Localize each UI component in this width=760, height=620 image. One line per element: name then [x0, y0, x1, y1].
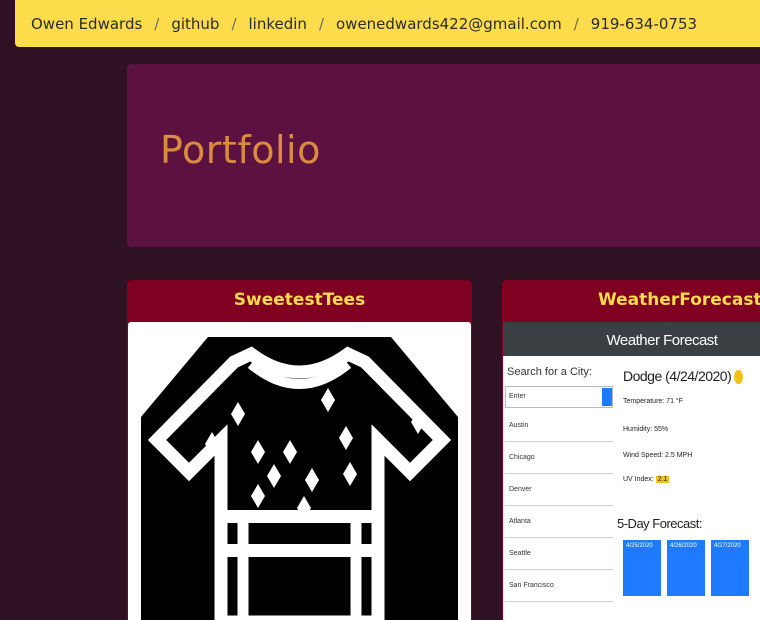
hero-jumbotron: Portfolio	[127, 64, 760, 247]
breadcrumb: Owen Edwards / github / linkedin / owene…	[15, 0, 760, 47]
weather-uv-value: 2.1	[655, 476, 670, 483]
breadcrumb-email-link[interactable]: owenedwards422@gmail.com	[336, 15, 562, 33]
weather-search-label: Search for a City:	[507, 366, 592, 378]
project-image-tshirt-icon[interactable]	[128, 322, 471, 620]
forecast-day-card: 4/26/2020	[667, 540, 705, 596]
project-card-weatherforecast[interactable]: WeatherForecast Weather Forecast Search …	[502, 280, 760, 620]
project-title[interactable]: WeatherForecast	[502, 280, 760, 322]
weather-header-text: Weather Forecast	[606, 332, 718, 349]
weather-uv: UV Index: 2.1	[623, 476, 670, 483]
weather-sidebar: Search for a City: Enter Austin Chicago …	[503, 356, 615, 620]
weather-city-item: Austin	[505, 412, 613, 442]
weather-main: Dodge (4/24/2020) Temperature: 71 °F Hum…	[617, 356, 760, 620]
breadcrumb-separator: /	[231, 14, 237, 33]
weather-city-item: San Francisco	[505, 572, 613, 602]
breadcrumb-separator: /	[573, 14, 579, 33]
weather-search-input: Enter	[505, 386, 613, 408]
weather-wind: Wind Speed: 2.5 MPH	[623, 452, 693, 459]
project-title[interactable]: SweetestTees	[127, 280, 472, 322]
weather-city-item: Seattle	[505, 540, 613, 570]
weather-forecast-title: 5-Day Forecast:	[617, 516, 702, 531]
breadcrumb-linkedin-link[interactable]: linkedin	[249, 15, 307, 33]
weather-humidity: Humidity: 55%	[623, 426, 669, 433]
weather-city-item: Chicago	[505, 444, 613, 474]
weather-city-text: Dodge (4/24/2020)	[623, 368, 732, 384]
weather-search-button	[602, 388, 612, 406]
breadcrumb-phone: 919-634-0753	[590, 14, 698, 33]
tshirt-icon	[141, 337, 458, 620]
breadcrumb-name[interactable]: Owen Edwards	[31, 15, 142, 33]
breadcrumb-github-link[interactable]: github	[171, 15, 219, 33]
forecast-day-card: 4/27/2020	[711, 540, 749, 596]
weather-temp: Temperature: 71 °F	[623, 398, 683, 405]
weather-city-title: Dodge (4/24/2020)	[623, 368, 744, 385]
weather-city-item: Atlanta	[505, 508, 613, 538]
breadcrumb-separator: /	[318, 14, 324, 33]
weather-city-item: Denver	[505, 476, 613, 506]
weather-uv-label: UV Index:	[623, 476, 654, 483]
breadcrumb-separator: /	[154, 14, 160, 33]
project-card-sweetesttees[interactable]: SweetestTees	[127, 280, 472, 620]
weather-header: Weather Forecast	[503, 322, 760, 356]
page-title: Portfolio	[160, 128, 321, 172]
forecast-day-card: 4/25/2020	[623, 540, 661, 596]
project-image-weather-screenshot[interactable]: Weather Forecast Search for a City: Ente…	[503, 322, 760, 620]
sun-icon	[734, 370, 744, 385]
weather-search-value: Enter	[509, 393, 526, 400]
